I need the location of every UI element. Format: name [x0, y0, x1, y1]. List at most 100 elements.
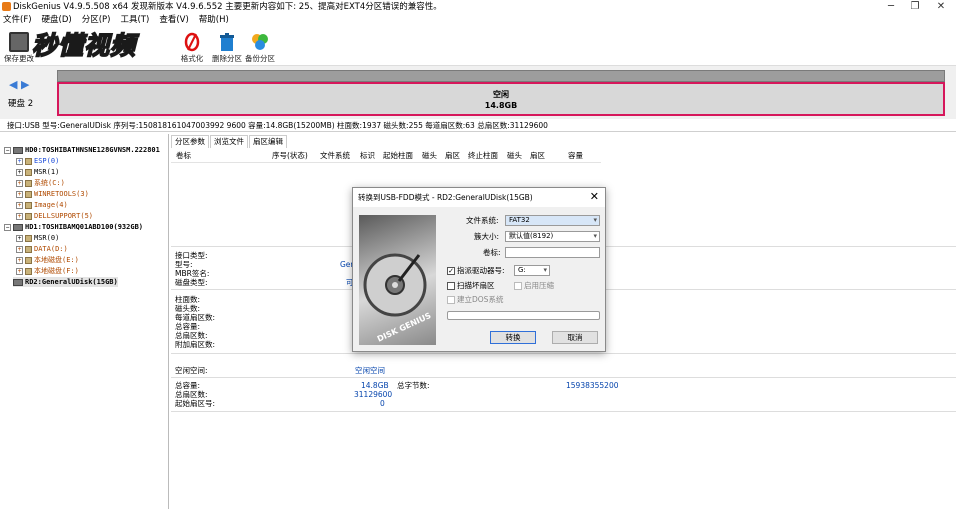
dialog-close-icon[interactable]: ✕: [590, 190, 599, 204]
usb-fdd-convert-dialog: 转换到USB-FDD模式 - RD2:GeneralUDisk(15GB) ✕ …: [352, 187, 606, 352]
partition-icon: [25, 201, 32, 209]
format-label: 格式化: [180, 54, 204, 63]
col-index[interactable]: 序号(状态): [272, 149, 308, 163]
partition-icon: [25, 179, 32, 187]
col-capacity[interactable]: 容量: [568, 149, 583, 163]
compress-checkbox[interactable]: [514, 282, 522, 290]
col-volume[interactable]: 卷标: [176, 149, 191, 163]
disk-nav-arrows[interactable]: ◀ ▶: [9, 78, 29, 91]
col-id[interactable]: 标识: [360, 149, 375, 163]
free-space-value: 空闲空间: [355, 366, 385, 375]
mbr-label: MBR签名:: [175, 269, 210, 278]
tree-node-local-e[interactable]: + 本地磁盘(E:): [16, 255, 79, 265]
format-button[interactable]: 格式化: [178, 29, 206, 65]
delete-partition-button[interactable]: 删除分区: [210, 29, 244, 65]
capacity-value: 14.8GB: [361, 381, 389, 390]
drive-letter-select[interactable]: G: ▾: [514, 265, 550, 276]
free-space-block[interactable]: 空闲 14.8GB: [57, 82, 945, 116]
menu-disk[interactable]: 硬盘(D): [42, 15, 72, 25]
model-label: 型号:: [175, 260, 193, 269]
free-space-title: 空闲: [493, 90, 509, 99]
dos-system-checkbox[interactable]: [447, 296, 455, 304]
fs-label: 文件系统:: [466, 216, 499, 225]
tab-strip: 分区参数 浏览文件 扇区编辑: [171, 135, 288, 148]
menu-partition[interactable]: 分区(P): [82, 15, 111, 25]
title-bar: DiskGenius V4.9.5.508 x64 发现新版本 V4.9.6.5…: [0, 0, 956, 14]
minimize-button[interactable]: ─: [880, 0, 902, 14]
partition-icon: [25, 245, 32, 253]
total-sectors-label: 总扇区数:: [175, 390, 208, 399]
col-end-head[interactable]: 磁头: [507, 149, 522, 163]
cancel-button[interactable]: 取消: [552, 331, 598, 344]
tab-sector-edit[interactable]: 扇区编辑: [249, 135, 287, 148]
hard-disk-icon: [13, 223, 23, 231]
tab-browse-files[interactable]: 浏览文件: [210, 135, 248, 148]
save-button[interactable]: 保存更改: [3, 29, 35, 65]
total-sectors-label-1: 总扇区数:: [175, 331, 208, 340]
drive-letter-label: 指派驱动器号:: [457, 266, 505, 275]
tree-node-esp[interactable]: + ESP(0): [16, 156, 59, 166]
total-capacity-label-1: 总容量:: [175, 322, 201, 331]
chevron-down-icon: ▾: [543, 266, 547, 274]
backup-partition-button[interactable]: 备份分区: [243, 29, 277, 65]
disk-usage-bar: [57, 70, 945, 82]
window-title: DiskGenius V4.9.5.508 x64 发现新版本 V4.9.6.5…: [13, 2, 442, 12]
image-caption: DISK GENIUS: [376, 311, 433, 344]
tree-node-data-d[interactable]: + DATA(D:): [16, 244, 68, 254]
tree-node-dellsupport[interactable]: + DELLSUPPORT(5): [16, 211, 93, 221]
iface-label: 接口类型:: [175, 251, 208, 260]
volume-input[interactable]: [505, 247, 600, 258]
col-fs[interactable]: 文件系统: [320, 149, 350, 163]
col-start-sector[interactable]: 扇区: [445, 149, 460, 163]
col-start-cyl[interactable]: 起始柱面: [383, 149, 413, 163]
free-space-label: 空闲空间:: [175, 366, 208, 375]
menu-view[interactable]: 查看(V): [159, 15, 188, 25]
cluster-select[interactable]: 默认值(8192) ▾: [505, 231, 600, 242]
partition-icon: [25, 168, 32, 176]
menu-bar: 文件(F) 硬盘(D) 分区(P) 工具(T) 查看(V) 帮助(H): [0, 14, 956, 27]
delete-label: 删除分区: [212, 54, 242, 63]
total-bytes-value: 15938355200: [566, 381, 619, 390]
chevron-down-icon: ▾: [593, 216, 597, 224]
free-space-size: 14.8GB: [484, 101, 518, 110]
tab-partition-params[interactable]: 分区参数: [171, 135, 209, 148]
scan-bad-sectors-checkbox[interactable]: [447, 282, 455, 290]
trash-icon: [217, 32, 237, 52]
tree-node-hd0[interactable]: − HD0:TOSHIBATHNSNE128GVNSM.222801: [4, 145, 160, 155]
menu-help[interactable]: 帮助(H): [199, 15, 229, 25]
compress-label: 启用压缩: [524, 281, 554, 290]
maximize-button[interactable]: ❐: [904, 0, 926, 14]
tree-node-winretools[interactable]: + WINRETOOLS(3): [16, 189, 89, 199]
col-end-sector[interactable]: 扇区: [530, 149, 545, 163]
menu-tools[interactable]: 工具(T): [120, 15, 149, 25]
col-end-cyl[interactable]: 终止柱面: [468, 149, 498, 163]
dialog-title: 转换到USB-FDD模式 - RD2:GeneralUDisk(15GB): [353, 188, 605, 207]
tree-node-hd1-msr[interactable]: + MSR(0): [16, 233, 59, 243]
tree-node-hd1[interactable]: − HD1:TOSHIBAMQ01ABD100(932GB): [4, 222, 143, 232]
disk-save-icon: [9, 32, 29, 52]
start-sector-label: 起始扇区号:: [175, 399, 216, 408]
partition-icon: [25, 190, 32, 198]
disktype-label: 磁盘类型:: [175, 278, 208, 287]
partition-icon: [25, 267, 32, 275]
partition-table-header: 卷标 序号(状态) 文件系统 标识 起始柱面 磁头 扇区 终止柱面 磁头 扇区 …: [171, 149, 601, 163]
backup-label: 备份分区: [245, 54, 275, 63]
tree-node-rd2[interactable]: RD2:GeneralUDisk(15GB): [13, 277, 118, 287]
partition-icon: [25, 256, 32, 264]
tree-node-msr[interactable]: + MSR(1): [16, 167, 59, 177]
partition-icon: [25, 157, 32, 165]
total-sectors-value: 31129600: [354, 390, 393, 399]
col-start-head[interactable]: 磁头: [422, 149, 437, 163]
chevron-down-icon: ▾: [593, 232, 597, 240]
progress-bar: [447, 311, 600, 320]
drive-letter-checkbox[interactable]: ✓: [447, 267, 455, 275]
menu-file[interactable]: 文件(F): [3, 15, 32, 25]
tree-node-image[interactable]: + Image(4): [16, 200, 68, 210]
sectors-per-track-label: 每道扇区数:: [175, 313, 216, 322]
close-button[interactable]: ✕: [930, 0, 952, 14]
tree-node-system-c[interactable]: + 系统(C:): [16, 178, 65, 188]
fs-select[interactable]: FAT32 ▾: [505, 215, 600, 226]
convert-button[interactable]: 转换: [490, 331, 536, 344]
backup-icon: [250, 32, 270, 52]
tree-node-local-f[interactable]: + 本地磁盘(F:): [16, 266, 79, 276]
